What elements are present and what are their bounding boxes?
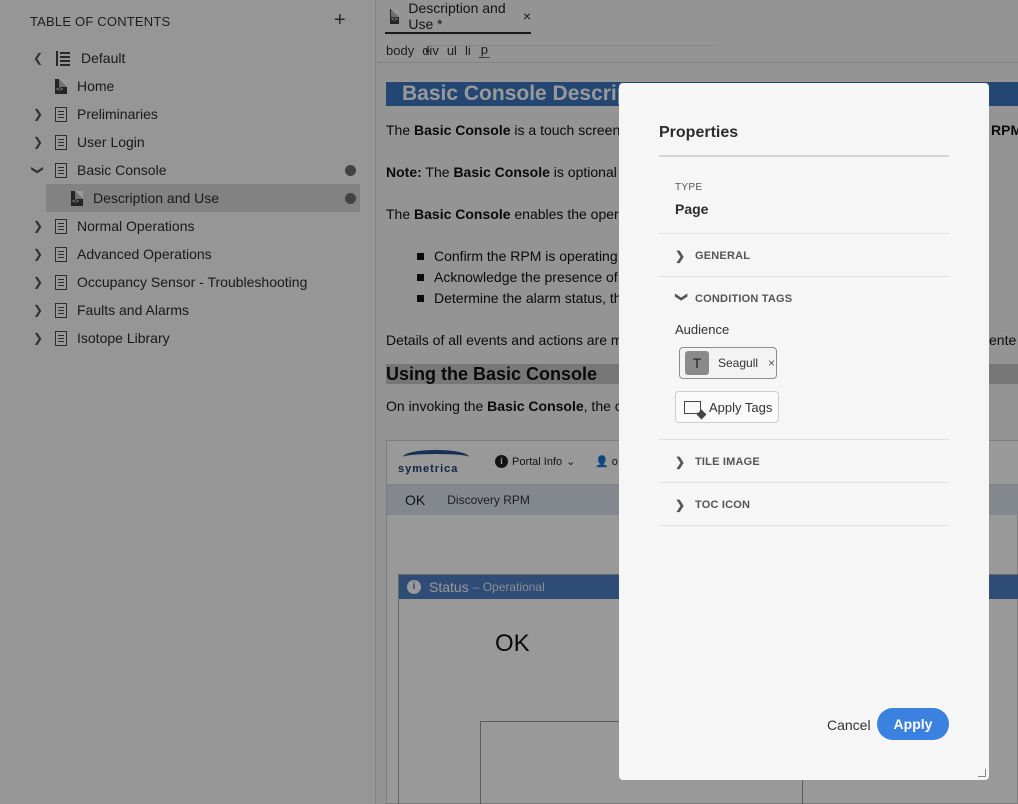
tag-chip: T Seagull × — [679, 347, 777, 379]
chevron-down-icon: ❯ — [675, 292, 689, 303]
apply-tags-label: Apply Tags — [709, 399, 773, 415]
section-label: TOC ICON — [695, 499, 751, 511]
chevron-right-icon: ❯ — [675, 455, 686, 469]
divider — [659, 482, 949, 483]
tag-name: Seagull — [718, 356, 759, 370]
divider — [659, 155, 949, 157]
section-general[interactable]: ❯ GENERAL — [675, 249, 750, 263]
type-label: TYPE — [675, 182, 703, 193]
tag-avatar: T — [685, 351, 709, 375]
properties-dialog: Properties TYPE Page ❯ GENERAL ❯ CONDITI… — [619, 83, 989, 780]
section-toc-icon[interactable]: ❯ TOC ICON — [675, 498, 750, 512]
divider — [659, 233, 949, 234]
section-label: GENERAL — [695, 250, 751, 262]
apply-button[interactable]: Apply — [877, 708, 949, 740]
audience-label: Audience — [675, 322, 730, 337]
cancel-button[interactable]: Cancel — [827, 717, 871, 733]
dialog-title: Properties — [659, 124, 739, 141]
chevron-right-icon: ❯ — [675, 498, 686, 512]
chevron-right-icon: ❯ — [675, 249, 686, 263]
apply-tags-button[interactable]: Apply Tags — [675, 391, 779, 423]
divider — [659, 439, 949, 440]
section-label: CONDITION TAGS — [695, 293, 793, 305]
tag-icon — [684, 400, 701, 414]
remove-tag-icon[interactable]: × — [768, 356, 775, 370]
section-condition-tags[interactable]: ❯ CONDITION TAGS — [675, 292, 792, 306]
divider — [659, 276, 949, 277]
section-tile-image[interactable]: ❯ TILE IMAGE — [675, 455, 760, 469]
section-label: TILE IMAGE — [695, 456, 760, 468]
resize-handle-icon[interactable] — [978, 769, 986, 777]
type-value: Page — [675, 201, 709, 217]
divider — [659, 525, 949, 526]
